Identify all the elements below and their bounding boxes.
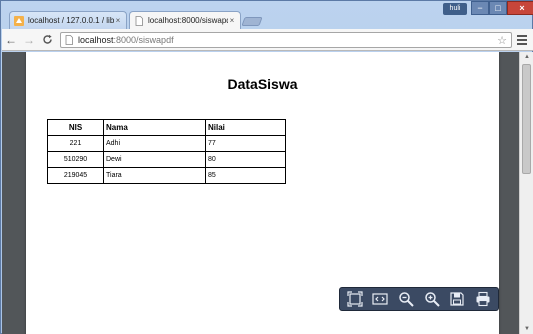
header-nilai: Nilai xyxy=(205,119,286,136)
close-tab-icon[interactable]: × xyxy=(114,16,122,25)
print-button[interactable] xyxy=(472,289,494,309)
new-tab-button[interactable] xyxy=(241,17,263,26)
table-row: 219045 Tiara 85 xyxy=(47,167,286,184)
vertical-scrollbar[interactable]: ▲ ▼ xyxy=(519,52,533,334)
back-button[interactable]: ← xyxy=(2,31,20,49)
scrollbar-thumb[interactable] xyxy=(522,64,531,174)
tab-title: localhost / 127.0.0.1 / libr xyxy=(28,16,114,25)
save-button[interactable] xyxy=(446,289,468,309)
cell-nilai: 77 xyxy=(205,135,286,152)
menu-bar-icon xyxy=(517,39,527,41)
phpmyadmin-favicon-icon xyxy=(14,15,24,26)
students-table: NIS Nama Nilai 221 Adhi 77 510290 Dewi 8… xyxy=(47,119,286,184)
fit-width-button[interactable] xyxy=(369,289,391,309)
tab-title: localhost:8000/siswapdf xyxy=(148,16,228,25)
minimize-button[interactable]: − xyxy=(471,1,489,15)
browser-toolbar: ← → localhost:8000/siswapdf ☆ xyxy=(2,29,533,51)
menu-bar-icon xyxy=(517,43,527,45)
cell-nilai: 80 xyxy=(205,151,286,168)
window-controls: − □ × xyxy=(471,1,533,15)
scroll-up-icon[interactable]: ▲ xyxy=(520,52,533,62)
page-favicon-icon xyxy=(135,15,143,26)
header-nama: Nama xyxy=(103,119,206,136)
table-header-row: NIS Nama Nilai xyxy=(47,119,286,136)
zoom-in-button[interactable] xyxy=(421,289,443,309)
print-icon xyxy=(476,291,490,307)
scroll-down-icon[interactable]: ▼ xyxy=(520,324,533,334)
close-tab-icon[interactable]: × xyxy=(228,16,236,25)
address-path: :8000/siswapdf xyxy=(113,35,174,45)
cell-nis: 510290 xyxy=(47,151,104,168)
cell-nis: 219045 xyxy=(47,167,104,184)
tab-strip: localhost / 127.0.0.1 / libr × localhost… xyxy=(1,1,533,29)
cell-nama: Tiara xyxy=(103,167,206,184)
save-icon xyxy=(450,292,465,306)
table-row: 221 Adhi 77 xyxy=(47,135,286,152)
cell-nis: 221 xyxy=(47,135,104,152)
page-icon xyxy=(65,35,73,45)
browser-window: localhost / 127.0.0.1 / libr × localhost… xyxy=(0,0,533,334)
zoom-in-icon xyxy=(425,292,440,307)
maximize-button[interactable]: □ xyxy=(489,1,507,15)
zoom-out-button[interactable] xyxy=(395,289,417,309)
table-row: 510290 Dewi 80 xyxy=(47,151,286,168)
bookmark-star-icon[interactable]: ☆ xyxy=(497,34,507,47)
close-window-button[interactable]: × xyxy=(507,1,533,15)
fit-page-icon xyxy=(347,291,363,307)
forward-button[interactable]: → xyxy=(20,31,38,49)
document-title: DataSiswa xyxy=(227,76,298,92)
cell-nama: Dewi xyxy=(103,151,206,168)
header-nis: NIS xyxy=(47,119,104,136)
reload-icon xyxy=(42,34,52,44)
zoom-out-icon xyxy=(399,292,414,307)
user-profile-badge[interactable]: huli xyxy=(443,3,467,15)
reload-button[interactable] xyxy=(38,31,56,49)
tab-siswapdf[interactable]: localhost:8000/siswapdf × xyxy=(129,11,241,29)
pdf-toolbar xyxy=(339,287,499,311)
cell-nama: Adhi xyxy=(103,135,206,152)
fit-width-icon xyxy=(372,293,389,305)
address-host: localhost xyxy=(78,35,114,45)
cell-nilai: 85 xyxy=(205,167,286,184)
tab-phpmyadmin[interactable]: localhost / 127.0.0.1 / libr × xyxy=(9,11,127,29)
menu-bar-icon xyxy=(517,35,527,37)
menu-button[interactable] xyxy=(515,33,529,47)
address-bar[interactable]: localhost:8000/siswapdf ☆ xyxy=(60,32,512,48)
fit-page-button[interactable] xyxy=(344,289,366,309)
